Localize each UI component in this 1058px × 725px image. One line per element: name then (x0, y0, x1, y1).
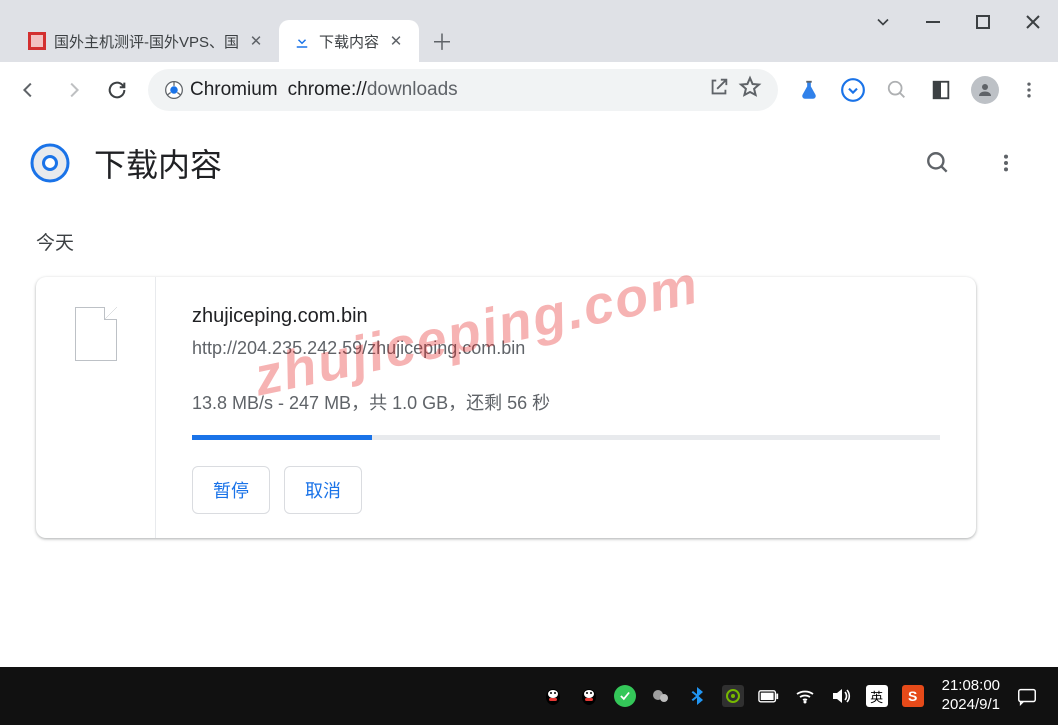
downloads-page-header: 下载内容 (0, 118, 1058, 208)
tab-1-favicon (28, 32, 46, 50)
tab-2-close-icon[interactable]: ✕ (387, 32, 405, 50)
clock-time: 21:08:00 (942, 677, 1000, 696)
wifi-tray-icon[interactable] (794, 685, 816, 707)
tab-1-title: 国外主机测评-国外VPS、国 (54, 31, 239, 52)
browser-search-icon[interactable] (878, 71, 916, 109)
url-text: chrome://downloads (288, 79, 458, 101)
browser-menu-icon[interactable] (1010, 71, 1048, 109)
nav-reload-button[interactable] (98, 71, 136, 109)
tab-1[interactable]: 国外主机测评-国外VPS、国 ✕ (14, 20, 279, 62)
sogou-ime-tray-icon[interactable]: S (902, 685, 924, 707)
window-tab-search-icon[interactable] (858, 0, 908, 44)
reader-mode-icon[interactable] (922, 71, 960, 109)
section-today-label: 今天 (36, 228, 1058, 255)
new-tab-button[interactable]: ＋ (425, 24, 459, 58)
cancel-button[interactable]: 取消 (284, 466, 362, 514)
tab-2-title: 下载内容 (319, 31, 379, 52)
browser-tab-strip: 国外主机测评-国外VPS、国 ✕ 下载内容 ✕ ＋ (0, 0, 1058, 62)
download-progress-text: 13.8 MB/s - 247 MB，共 1.0 GB，还剩 56 秒 (192, 389, 940, 415)
download-file-thumb (36, 277, 156, 538)
profile-avatar[interactable] (966, 71, 1004, 109)
qq-tray-icon-1[interactable] (542, 685, 564, 707)
tab-1-close-icon[interactable]: ✕ (247, 32, 265, 50)
status-ok-tray-icon[interactable] (614, 685, 636, 707)
download-source-url[interactable]: http://204.235.242.59/zhujiceping.com.bi… (192, 338, 940, 359)
nvidia-tray-icon[interactable] (722, 685, 744, 707)
clock-date: 2024/9/1 (942, 696, 1000, 715)
volume-tray-icon[interactable] (830, 685, 852, 707)
taskbar-clock[interactable]: 21:08:00 2024/9/1 (942, 677, 1000, 715)
window-controls (858, 0, 1058, 44)
downloads-icon[interactable] (834, 71, 872, 109)
ime-indicator[interactable]: 英 (866, 685, 888, 707)
nav-back-button[interactable] (10, 71, 48, 109)
battery-tray-icon[interactable] (758, 685, 780, 707)
window-close-button[interactable] (1008, 0, 1058, 44)
browser-toolbar: Chromium chrome://downloads (0, 62, 1058, 118)
download-progress-bar (192, 435, 940, 440)
downloads-search-icon[interactable] (916, 141, 960, 185)
downloads-menu-icon[interactable] (984, 141, 1028, 185)
download-progress-fill (192, 435, 372, 440)
downloads-page-title: 下载内容 (94, 140, 892, 186)
download-icon (293, 32, 311, 50)
system-tray: 英 S (542, 685, 924, 707)
bookmark-star-icon[interactable] (738, 75, 762, 105)
extension-flask-icon[interactable] (790, 71, 828, 109)
windows-taskbar: 英 S 21:08:00 2024/9/1 (0, 667, 1058, 725)
site-chip-label: Chromium (190, 79, 278, 101)
share-icon[interactable] (708, 76, 730, 104)
download-item-card: zhujiceping.com.bin http://204.235.242.5… (36, 277, 976, 538)
tab-2-active[interactable]: 下载内容 ✕ (279, 20, 419, 62)
generic-file-icon (75, 307, 117, 361)
site-identity-chip[interactable]: Chromium (164, 79, 278, 101)
downloads-list: 今天 zhujiceping.com.bin http://204.235.24… (0, 208, 1058, 667)
bluetooth-tray-icon[interactable] (686, 685, 708, 707)
chromium-logo-icon (30, 143, 70, 183)
wechat-tray-icon[interactable] (650, 685, 672, 707)
qq-tray-icon-2[interactable] (578, 685, 600, 707)
pause-button[interactable]: 暂停 (192, 466, 270, 514)
address-bar[interactable]: Chromium chrome://downloads (148, 69, 778, 111)
window-maximize-button[interactable] (958, 0, 1008, 44)
window-minimize-button[interactable] (908, 0, 958, 44)
nav-forward-button[interactable] (54, 71, 92, 109)
notifications-icon[interactable] (1014, 683, 1040, 709)
download-filename[interactable]: zhujiceping.com.bin (192, 305, 940, 328)
